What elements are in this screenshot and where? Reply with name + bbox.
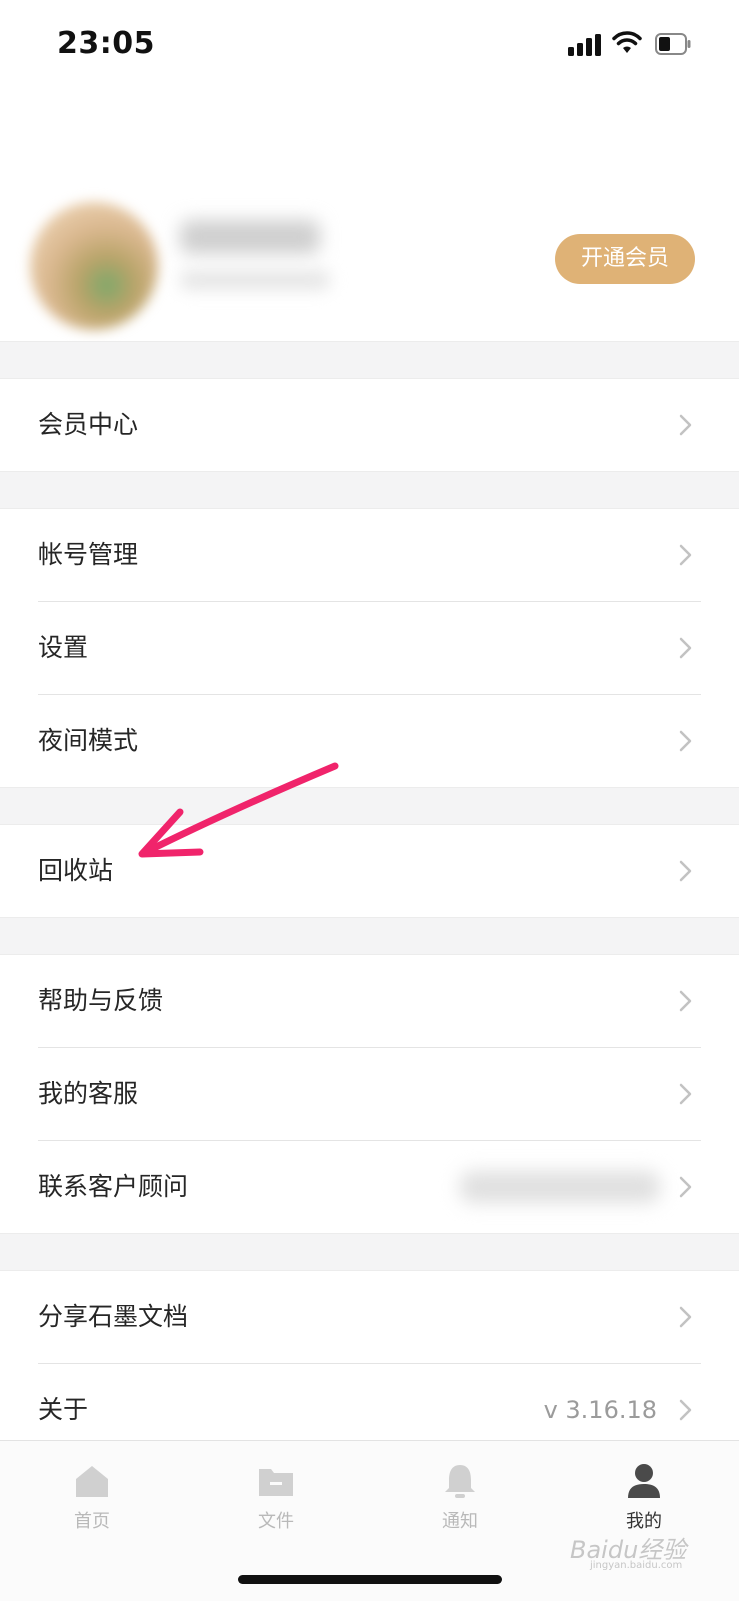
status-time: 23:05: [57, 26, 155, 61]
chevron-right-icon: [679, 637, 692, 659]
section-gap: [0, 1233, 739, 1271]
tab-notifications[interactable]: 通知: [400, 1461, 520, 1533]
menu-item-contact-advisor[interactable]: 联系客户顾问: [0, 1141, 739, 1233]
battery-icon: [655, 33, 691, 55]
tab-label: 首页: [74, 1511, 110, 1532]
chevron-right-icon: [679, 730, 692, 752]
menu-item-help-feedback[interactable]: 帮助与反馈: [0, 955, 739, 1047]
menu-item-label: 设置: [38, 633, 89, 662]
chevron-right-icon: [679, 1306, 692, 1328]
chevron-right-icon: [679, 544, 692, 566]
menu-item-label: 回收站: [38, 856, 114, 885]
menu-item-account-management[interactable]: 帐号管理: [0, 509, 739, 601]
user-subtitle-blurred: [180, 270, 330, 290]
menu-item-recycle-bin[interactable]: 回收站: [0, 825, 739, 917]
bell-icon: [445, 1465, 475, 1498]
section-gap: [0, 341, 739, 379]
menu-item-my-customer-service[interactable]: 我的客服: [0, 1048, 739, 1140]
baidu-watermark-url: jingyan.baidu.com: [590, 1560, 683, 1571]
chevron-right-icon: [679, 1176, 692, 1198]
signal-icon: [568, 34, 601, 56]
home-indicator[interactable]: [238, 1575, 502, 1584]
menu-item-share[interactable]: 分享石墨文档: [0, 1271, 739, 1363]
section-gap: [0, 917, 739, 955]
section-gap: [0, 787, 739, 825]
tab-label: 通知: [442, 1511, 478, 1532]
open-vip-button[interactable]: 开通会员: [555, 234, 695, 284]
wifi-icon: [612, 31, 642, 53]
menu-item-member-center[interactable]: 会员中心: [0, 379, 739, 471]
folder-icon: [259, 1469, 293, 1496]
menu-item-label: 联系客户顾问: [38, 1172, 189, 1201]
chevron-right-icon: [679, 860, 692, 882]
menu-item-label: 我的客服: [38, 1079, 139, 1108]
menu-item-label: 分享石墨文档: [38, 1302, 189, 1331]
chevron-right-icon: [679, 1399, 692, 1421]
menu-item-settings[interactable]: 设置: [0, 602, 739, 694]
chevron-right-icon: [679, 414, 692, 436]
section-gap: [0, 471, 739, 509]
tab-files[interactable]: 文件: [216, 1461, 336, 1533]
chevron-right-icon: [679, 990, 692, 1012]
tab-label: 文件: [258, 1511, 294, 1532]
person-icon: [628, 1464, 660, 1498]
username-blurred: [180, 220, 320, 254]
chevron-right-icon: [679, 1083, 692, 1105]
menu-item-label: 会员中心: [38, 410, 139, 439]
home-icon: [76, 1466, 108, 1497]
menu-item-label: 帐号管理: [38, 540, 139, 569]
menu-item-night-mode[interactable]: 夜间模式: [0, 695, 739, 787]
status-bar: 23:05: [0, 0, 739, 95]
annotation-arrow: [138, 762, 339, 858]
advisor-contact-blurred: [460, 1171, 660, 1203]
tab-me[interactable]: 我的: [584, 1461, 704, 1533]
menu-item-label: 帮助与反馈: [38, 986, 164, 1015]
profile-header: 开通会员: [0, 190, 739, 340]
menu-item-label: 夜间模式: [38, 726, 139, 755]
avatar[interactable]: [30, 202, 158, 330]
tab-home[interactable]: 首页: [32, 1461, 152, 1533]
